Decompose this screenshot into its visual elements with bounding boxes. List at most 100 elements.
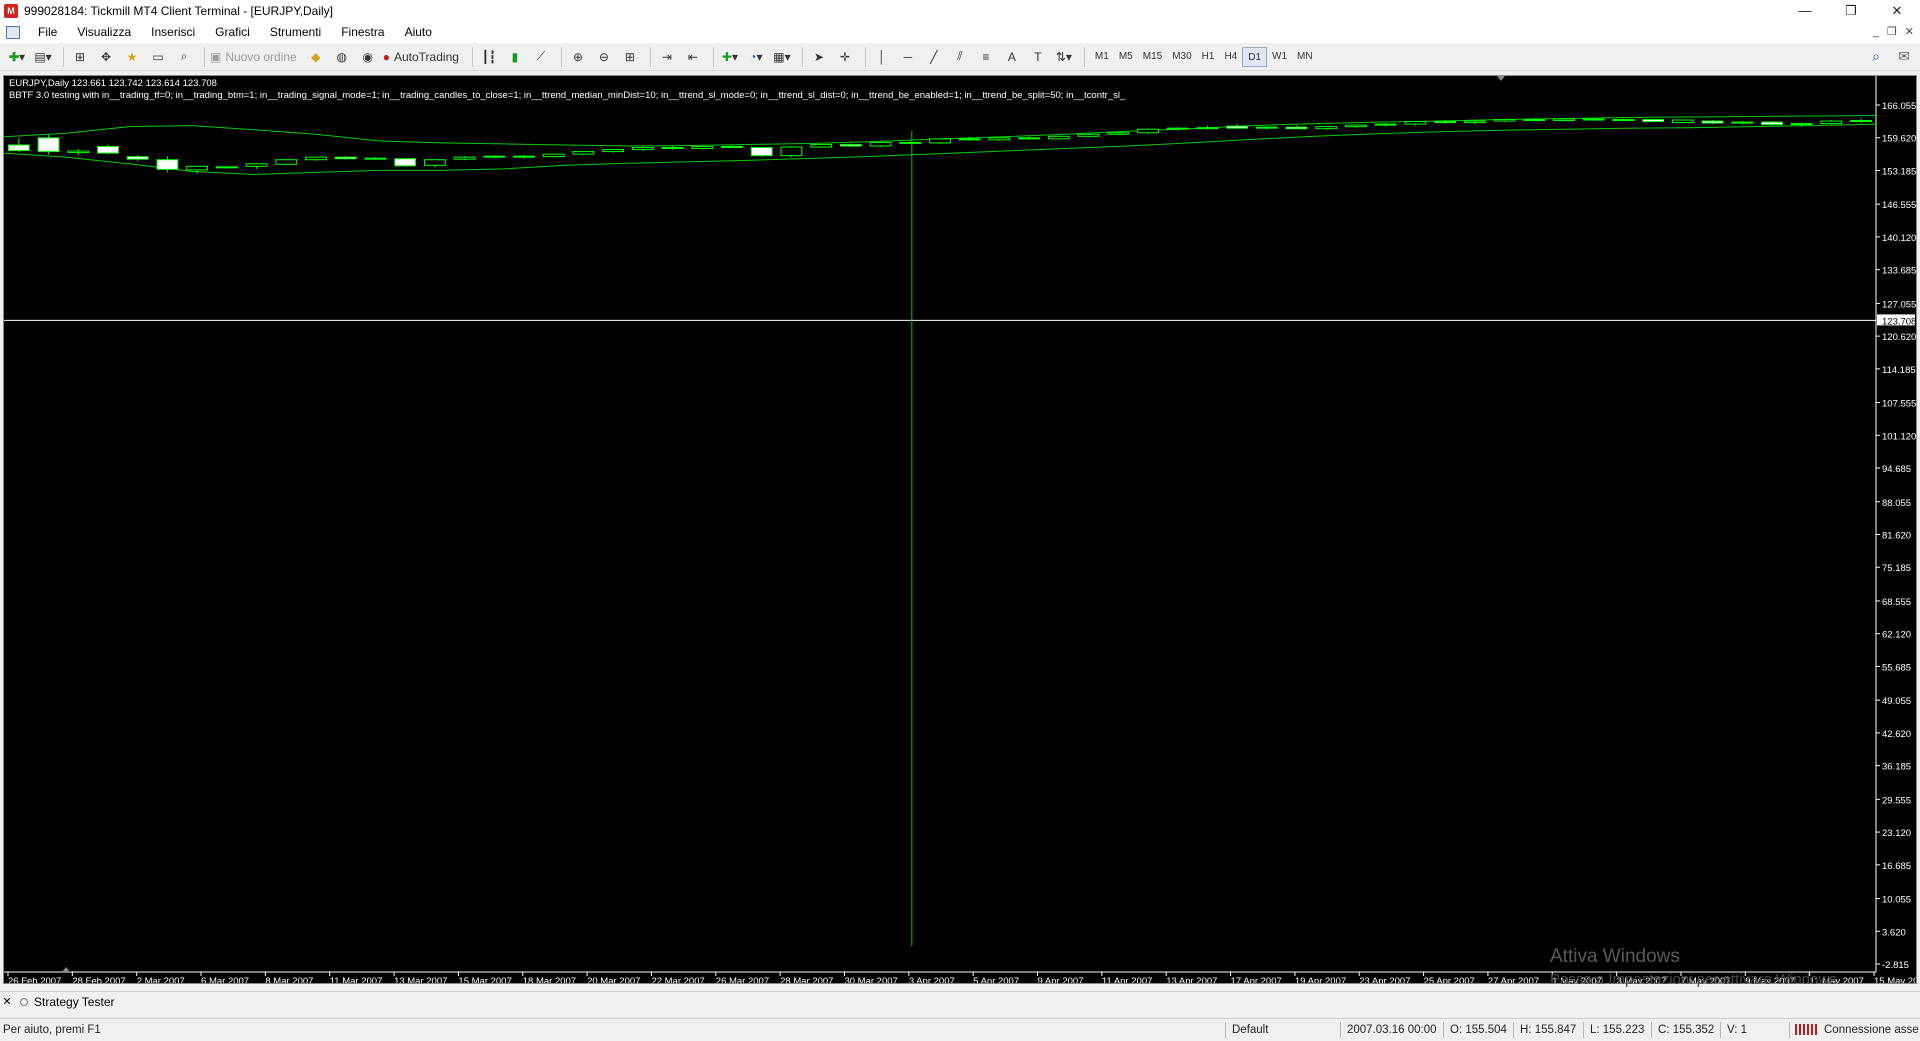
y-tick-label: 75.185 bbox=[1882, 563, 1911, 574]
y-tick-label: 10.055 bbox=[1882, 895, 1911, 906]
cursor-icon[interactable]: ➤ bbox=[808, 46, 830, 68]
zoom-out-icon[interactable]: ⊖ bbox=[593, 46, 615, 68]
status-volume: V: 1 bbox=[1727, 1024, 1748, 1036]
new-chart-icon[interactable]: ✚ ▾ bbox=[6, 46, 28, 68]
price-chart[interactable]: 166.055 159.620 153.185 146.555 140.120 133.6… bbox=[4, 76, 1916, 983]
candle-body-bull bbox=[810, 143, 833, 148]
title-bar: M 999028184: Tickmill MT4 Client Termina… bbox=[0, 0, 1920, 22]
bar-chart-icon[interactable]: ┃┇ bbox=[478, 46, 500, 68]
candle-body-bear bbox=[750, 146, 773, 157]
periods-icon[interactable]: ◔ ▾ bbox=[745, 46, 767, 68]
navigator-icon[interactable]: ★ bbox=[121, 46, 143, 68]
equidistant-channel-icon[interactable]: ⫽ bbox=[949, 46, 971, 68]
profiles-icon[interactable]: ▤▾ bbox=[32, 46, 54, 68]
menu-inserisci[interactable]: Inserisci bbox=[141, 22, 205, 43]
metaeditor-icon[interactable]: ◆ bbox=[305, 46, 327, 68]
timeframe-mn[interactable]: MN bbox=[1292, 47, 1318, 67]
mdi-minimize-button[interactable]: _ bbox=[1873, 22, 1879, 43]
x-tick-label: 3 Apr 2007 bbox=[909, 976, 955, 983]
x-tick-label: 13 Apr 2007 bbox=[1166, 976, 1217, 983]
y-tick-label: 88.055 bbox=[1882, 498, 1911, 509]
tile-windows-icon[interactable]: ⊞ bbox=[619, 46, 641, 68]
zoom-in-icon[interactable]: ⊕ bbox=[567, 46, 589, 68]
candle-body-bull bbox=[1077, 133, 1100, 137]
terminal-icon[interactable]: ▭ bbox=[147, 46, 169, 68]
signals-icon[interactable]: ◍ bbox=[331, 46, 353, 68]
tester-tab-icon bbox=[20, 997, 28, 1006]
fibonacci-icon[interactable]: ≡ bbox=[975, 46, 997, 68]
line-chart-icon[interactable]: ⟋ bbox=[530, 46, 552, 68]
search-icon[interactable]: ⌕ bbox=[1872, 48, 1880, 65]
candle-body-bull bbox=[602, 149, 625, 153]
x-tick-label: 15 Mar 2007 bbox=[458, 976, 511, 983]
ea-parameters-line: BBTF 3.0 testing with in__trading_tf=0; … bbox=[9, 90, 1126, 101]
candle-body-bear bbox=[1523, 119, 1546, 122]
auto-scroll-icon[interactable]: ⇥ bbox=[656, 46, 678, 68]
y-tick-label: 94.685 bbox=[1882, 464, 1911, 475]
trendline-icon[interactable]: ╱ bbox=[923, 46, 945, 68]
timeframe-m5[interactable]: M5 bbox=[1114, 47, 1138, 67]
mdi-close-button[interactable]: ✕ bbox=[1905, 22, 1914, 43]
candle-body-bull bbox=[1196, 127, 1219, 130]
timeframe-m1[interactable]: M1 bbox=[1090, 47, 1114, 67]
candlestick-icon[interactable]: ▮ bbox=[504, 46, 526, 68]
candle-body-bull bbox=[780, 146, 803, 157]
y-tick-label: 23.120 bbox=[1882, 828, 1911, 839]
menu-grafici[interactable]: Grafici bbox=[205, 22, 260, 43]
x-tick-label: 25 Apr 2007 bbox=[1424, 976, 1475, 983]
data-window-icon[interactable]: ✥ bbox=[95, 46, 117, 68]
crosshair-icon[interactable]: ✛ bbox=[834, 46, 856, 68]
y-tick-label: 153.185 bbox=[1882, 166, 1916, 177]
candle-body-bull bbox=[691, 145, 714, 150]
timeframe-h4[interactable]: H4 bbox=[1219, 47, 1242, 67]
horizontal-line-icon[interactable]: ─ bbox=[897, 46, 919, 68]
menu-finestra[interactable]: Finestra bbox=[331, 22, 394, 43]
status-divider bbox=[1340, 1022, 1341, 1038]
tester-close-button[interactable]: ✕ bbox=[0, 995, 14, 1008]
market-watch-icon[interactable]: ⊞ bbox=[69, 46, 91, 68]
status-divider bbox=[1651, 1022, 1652, 1038]
candle-body-bull bbox=[215, 166, 238, 169]
candle-body-bull bbox=[1553, 118, 1575, 122]
x-tick-label: 15 May 2007 bbox=[1874, 976, 1916, 983]
market-icon[interactable]: ◉ bbox=[357, 46, 379, 68]
restore-button[interactable]: ❐ bbox=[1828, 0, 1874, 22]
templates-icon[interactable]: ▦▾ bbox=[771, 46, 793, 68]
menu-visualizza[interactable]: Visualizza bbox=[67, 22, 141, 43]
chart-shift-icon[interactable]: ⇤ bbox=[682, 46, 704, 68]
indicators-icon[interactable]: ✚ ▾ bbox=[719, 46, 741, 68]
strategy-tester-icon[interactable]: ⌕ bbox=[173, 46, 195, 68]
chart-window[interactable]: 166.055 159.620 153.185 146.555 140.120 133.6… bbox=[3, 75, 1917, 984]
y-tick-label: 140.120 bbox=[1882, 233, 1916, 244]
timeframe-w1[interactable]: W1 bbox=[1267, 47, 1292, 67]
text-label-icon[interactable]: T bbox=[1027, 46, 1049, 68]
timeframe-m15[interactable]: M15 bbox=[1138, 47, 1167, 67]
chat-icon[interactable]: ✉ bbox=[1898, 48, 1910, 65]
mdi-restore-button[interactable]: ❐ bbox=[1887, 22, 1897, 43]
status-high: H: 155.847 bbox=[1520, 1024, 1577, 1036]
candle-body-bull bbox=[1166, 127, 1189, 130]
autotrading-button[interactable]: ● AutoTrading bbox=[383, 46, 463, 68]
y-tick-label: 120.620 bbox=[1882, 332, 1916, 343]
text-icon[interactable]: A bbox=[1001, 46, 1023, 68]
candle-body-bull bbox=[1374, 123, 1397, 126]
tester-tab-label: Strategy Tester bbox=[34, 994, 115, 1009]
toolbar-separator bbox=[712, 46, 714, 67]
chart-window-icon[interactable] bbox=[6, 26, 20, 39]
menu-strumenti[interactable]: Strumenti bbox=[260, 22, 331, 43]
new-order-button[interactable]: ▣ Nuovo ordine bbox=[210, 46, 301, 68]
timeframe-d1[interactable]: D1 bbox=[1242, 46, 1268, 67]
chart-header-line: EURJPY,Daily 123.661 123.742 123.614 123… bbox=[9, 78, 217, 89]
timeframe-m30[interactable]: M30 bbox=[1167, 47, 1196, 67]
y-tick-label: 29.555 bbox=[1882, 795, 1911, 806]
minimize-button[interactable]: — bbox=[1782, 0, 1828, 22]
tab-strategy-tester[interactable]: Strategy Tester bbox=[20, 995, 114, 1009]
menu-aiuto[interactable]: Aiuto bbox=[395, 22, 442, 43]
close-button[interactable]: ✕ bbox=[1874, 0, 1920, 22]
arrows-icon[interactable]: ⇅▾ bbox=[1053, 46, 1075, 68]
candle-body-bear bbox=[513, 155, 535, 158]
timeframe-h1[interactable]: H1 bbox=[1197, 47, 1220, 67]
menu-file[interactable]: File bbox=[28, 22, 67, 43]
vertical-line-icon[interactable]: │ bbox=[871, 46, 893, 68]
candle-body-bear bbox=[126, 156, 149, 160]
